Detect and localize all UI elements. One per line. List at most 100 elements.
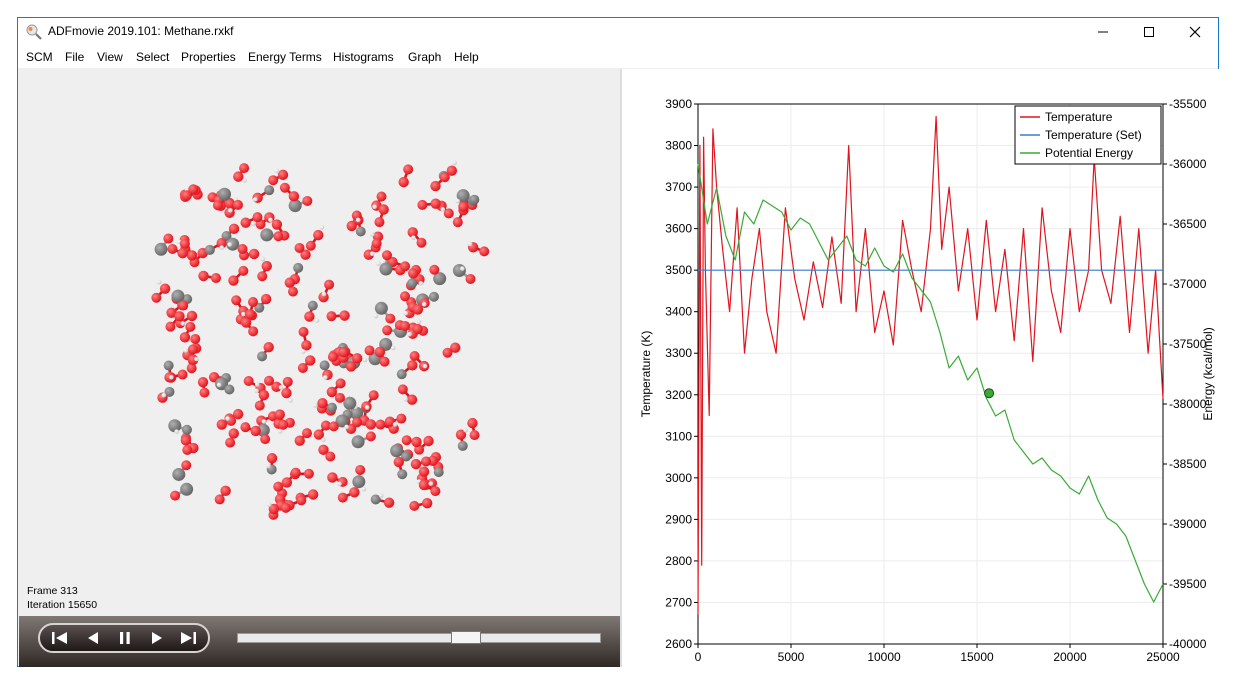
menu-file[interactable]: File	[65, 50, 84, 64]
y-tick-label: 3300	[665, 346, 692, 360]
oxygen-atom	[204, 244, 215, 255]
y2-tick-label: -36500	[1169, 217, 1207, 231]
oxygen-atom	[442, 347, 453, 358]
hydrogen-atom	[261, 419, 267, 424]
close-button[interactable]	[1172, 18, 1218, 46]
hydrogen-atom	[242, 178, 248, 183]
oxygen-atom	[469, 430, 480, 441]
menu-help[interactable]: Help	[454, 50, 479, 64]
molecule-viewer[interactable]: Frame 313 Iteration 15650	[19, 69, 620, 616]
oxygen-atom	[303, 468, 314, 479]
series-line-temperature	[697, 115, 1164, 615]
maximize-button[interactable]	[1126, 18, 1172, 46]
oxygen-atom	[240, 422, 251, 433]
oxygen-atom	[409, 351, 420, 362]
hydrogen-atom	[440, 207, 446, 212]
oxygen-atom	[174, 311, 185, 322]
oxygen-atom	[396, 369, 407, 380]
oxygen-atom	[278, 419, 289, 430]
hydrogen-atom	[227, 242, 232, 247]
skip-to-start-icon[interactable]	[50, 630, 70, 646]
oxygen-atom	[181, 424, 192, 435]
oxygen-atom	[198, 270, 209, 282]
y-tick-label: 3000	[665, 471, 692, 485]
oxygen-atom	[279, 182, 290, 193]
menu-view[interactable]: View	[97, 50, 123, 64]
menu-select[interactable]: Select	[136, 50, 169, 64]
legend-label: Temperature	[1045, 110, 1113, 124]
oxygen-atom	[458, 201, 469, 213]
oxygen-atom	[467, 417, 478, 429]
oxygen-atom	[418, 479, 430, 491]
oxygen-atom	[304, 355, 316, 366]
oxygen-atom	[327, 472, 338, 483]
title-bar[interactable]: ADFmovie 2019.101: Methane.rxkf	[18, 18, 1218, 46]
frame-slider[interactable]	[237, 633, 601, 643]
menu-energy-terms[interactable]: Energy Terms	[248, 50, 322, 64]
legend-label: Temperature (Set)	[1045, 128, 1142, 142]
oxygen-atom	[379, 356, 390, 367]
oxygen-atom	[326, 311, 337, 322]
oxygen-atom	[294, 242, 305, 253]
oxygen-atom	[298, 326, 309, 337]
oxygen-atom	[199, 387, 210, 398]
hydrogen-atom	[372, 204, 377, 210]
graph-panel[interactable]: 2600 2700 2800 2900 3000 3100 3200 3300 3400 3500…	[622, 69, 1219, 679]
hydrogen-atom	[373, 313, 379, 319]
pause-icon[interactable]	[115, 630, 135, 646]
hydrogen-atom	[321, 437, 326, 443]
oxygen-atom	[313, 229, 324, 241]
oxygen-atom	[187, 344, 198, 355]
oxygen-atom	[159, 283, 171, 294]
oxygen-atom	[326, 402, 337, 413]
menu-graph[interactable]: Graph	[408, 50, 441, 64]
oxygen-atom	[439, 172, 450, 183]
oxygen-atom	[190, 333, 201, 344]
oxygen-atom	[351, 353, 363, 364]
menu-properties[interactable]: Properties	[181, 50, 236, 64]
hydrogen-atom	[260, 256, 266, 262]
molecule-canvas[interactable]	[19, 69, 620, 569]
oxygen-atom	[324, 279, 335, 290]
menu-bar: SCM File View Select Properties Energy T…	[18, 46, 1218, 68]
hydrogen-atom	[421, 302, 427, 307]
y2-tick-label: -37000	[1169, 277, 1207, 291]
x-tick-label: 20000	[1053, 650, 1087, 664]
hydrogen-atom	[455, 198, 461, 204]
oxygen-atom	[430, 198, 441, 209]
hydrogen-atom	[323, 375, 328, 380]
hydrogen-atom	[277, 429, 283, 434]
skip-to-end-icon[interactable]	[178, 630, 198, 646]
oxygen-atom	[281, 477, 293, 488]
minimize-button[interactable]	[1080, 18, 1126, 46]
oxygen-atom	[302, 195, 313, 206]
oxygen-atom	[216, 419, 227, 430]
energy-temperature-chart[interactable]: 2600 2700 2800 2900 3000 3100 3200 3300 3400 3500…	[622, 69, 1219, 679]
oxygen-atom	[228, 428, 239, 439]
oxygen-atom	[163, 233, 174, 244]
oxygen-atom	[248, 296, 259, 307]
step-back-icon[interactable]	[83, 630, 103, 646]
oxygen-atom	[393, 456, 405, 468]
oxygen-atom	[257, 271, 268, 282]
atoms	[151, 160, 490, 520]
oxygen-atom	[186, 250, 198, 261]
oxygen-atom	[181, 460, 192, 471]
oxygen-atom	[385, 313, 396, 324]
app-window: ADFmovie 2019.101: Methane.rxkf SCM File…	[17, 17, 1219, 679]
oxygen-atom	[237, 244, 248, 255]
hydrogen-atom	[278, 385, 284, 390]
y-tick-label: 3600	[665, 222, 692, 236]
menu-histograms[interactable]: Histograms	[333, 50, 394, 64]
frame-info: Frame 313 Iteration 15650	[27, 584, 97, 612]
hydrogen-atom	[390, 345, 396, 351]
frame-slider-thumb[interactable]	[450, 631, 481, 644]
hydrogen-atom	[216, 382, 222, 388]
hydrogen-atom	[422, 363, 428, 369]
oxygen-atom	[233, 171, 244, 182]
menu-scm[interactable]: SCM	[26, 50, 53, 64]
oxygen-atom	[400, 320, 411, 331]
step-forward-icon[interactable]	[147, 630, 167, 646]
carbon-atom	[379, 262, 393, 276]
oxygen-atom	[418, 466, 430, 477]
